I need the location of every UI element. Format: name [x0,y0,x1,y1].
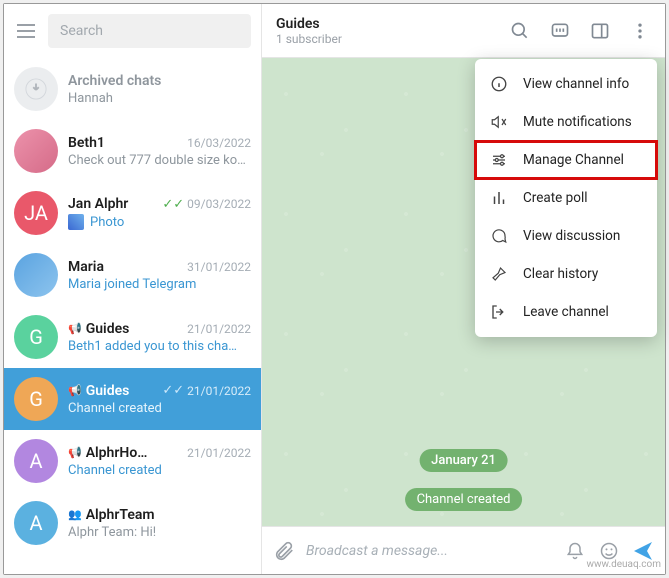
menu-label: Create poll [523,190,588,206]
menu-label: Mute notifications [523,114,632,130]
menu-mute-notifications[interactable]: Mute notifications [475,103,657,141]
chat-name: 📢 Guides [68,383,129,399]
discussion-bubble-icon [489,226,509,246]
menu-view-channel-info[interactable]: View channel info [475,65,657,103]
chat-item-jan-alphr[interactable]: JA Jan Alphr ✓✓ 09/03/2022 Photo [4,182,261,244]
menu-view-discussion[interactable]: View discussion [475,217,657,255]
menu-label: View channel info [523,76,629,92]
chat-item-guides-2[interactable]: G 📢 Guides ✓✓ 21/01/2022 C [4,368,261,430]
chat-date: 31/01/2022 [187,260,251,274]
telegram-window: — ☐ ✕ Archived chats Hannah [3,3,666,575]
menu-label: Manage Channel [523,152,624,168]
header-icons [509,20,651,42]
chat-item-guides-1[interactable]: G 📢 Guides 21/01/2022 Beth1 added you to… [4,306,261,368]
avatar: A [14,501,58,545]
chat-item-maria[interactable]: Maria 31/01/2022 Maria joined Telegram [4,244,261,306]
chat-header: Guides 1 subscriber [262,4,665,58]
chat-name: Archived chats [68,73,161,89]
search-icon[interactable] [509,20,531,42]
read-checks-icon: ✓✓ [162,197,184,212]
menu-clear-history[interactable]: Clear history [475,255,657,293]
chat-date: 21/01/2022 [187,322,251,336]
system-message: Channel created [405,488,523,511]
avatar: A [14,439,58,483]
chat-pane: Guides 1 subscriber [262,4,665,574]
photo-thumb-icon [68,214,84,230]
leave-icon [489,302,509,322]
more-menu-icon[interactable] [629,20,651,42]
hamburger-menu-icon[interactable] [14,19,38,43]
menu-label: Leave channel [523,304,609,320]
settings-sliders-icon [489,150,509,170]
sidepanel-icon[interactable] [589,20,611,42]
avatar: JA [14,191,58,235]
chat-item-beth1[interactable]: Beth1 16/03/2022 Check out 777 double si… [4,120,261,182]
chat-name: Jan Alphr [68,196,128,212]
attach-icon[interactable] [272,539,296,563]
megaphone-icon: 📢 [68,384,82,397]
main-layout: Archived chats Hannah Beth1 16/03/2022 C… [4,4,665,574]
chat-list[interactable]: Archived chats Hannah Beth1 16/03/2022 C… [4,58,261,574]
chat-date: ✓✓ 09/03/2022 [162,197,251,212]
poll-icon [489,188,509,208]
search-input[interactable] [48,14,251,48]
chat-item-alphrteam[interactable]: A 👥 AlphrTeam Alphr Team: Hi! [4,492,261,554]
chat-name: Beth1 [68,135,105,151]
notification-icon[interactable] [563,539,587,563]
chat-preview: Beth1 added you to this cha… [68,339,251,354]
discussion-icon[interactable] [549,20,571,42]
menu-label: Clear history [523,266,598,282]
chat-name: 📢 AlphrHo… [68,445,147,461]
watermark: www.deuaq.com [587,559,662,570]
megaphone-icon: 📢 [68,322,82,335]
chat-date: 21/01/2022 [187,446,251,460]
mute-icon [489,112,509,132]
menu-create-poll[interactable]: Create poll [475,179,657,217]
chat-preview: Channel created [68,463,251,478]
chat-date: ✓✓ 21/01/2022 [162,383,251,398]
message-input[interactable] [306,543,553,559]
channel-title: Guides [276,16,501,32]
channel-menu: View channel info Mute notifications Man… [475,59,657,337]
archived-icon [14,67,58,111]
avatar [14,129,58,173]
sidebar: Archived chats Hannah Beth1 16/03/2022 C… [4,4,262,574]
chat-name: Maria [68,259,104,275]
chat-preview: Photo [68,214,251,230]
channel-subtitle: 1 subscriber [276,32,501,46]
info-icon [489,74,509,94]
chat-item-archived[interactable]: Archived chats Hannah [4,58,261,120]
megaphone-icon: 📢 [68,446,82,459]
chat-item-alphrho[interactable]: A 📢 AlphrHo… 21/01/2022 Channel created [4,430,261,492]
chat-header-titles[interactable]: Guides 1 subscriber [276,16,501,46]
chat-preview: Alphr Team: Hi! [68,525,251,540]
chat-preview: Check out 777 double size ko… [68,153,251,168]
menu-leave-channel[interactable]: Leave channel [475,293,657,331]
menu-label: View discussion [523,228,620,244]
avatar: G [14,315,58,359]
chat-preview: Hannah [68,91,251,106]
avatar: G [14,377,58,421]
avatar [14,253,58,297]
chat-name: 📢 Guides [68,321,129,337]
group-icon: 👥 [68,508,82,521]
chat-preview: Channel created [68,401,251,416]
chat-name: 👥 AlphrTeam [68,507,155,523]
date-badge: January 21 [419,449,508,472]
menu-manage-channel[interactable]: Manage Channel [475,141,657,179]
read-checks-icon: ✓✓ [162,383,184,398]
broom-icon [489,264,509,284]
sidebar-header [4,4,261,58]
chat-preview: Maria joined Telegram [68,277,251,292]
chat-date: 16/03/2022 [187,136,251,150]
